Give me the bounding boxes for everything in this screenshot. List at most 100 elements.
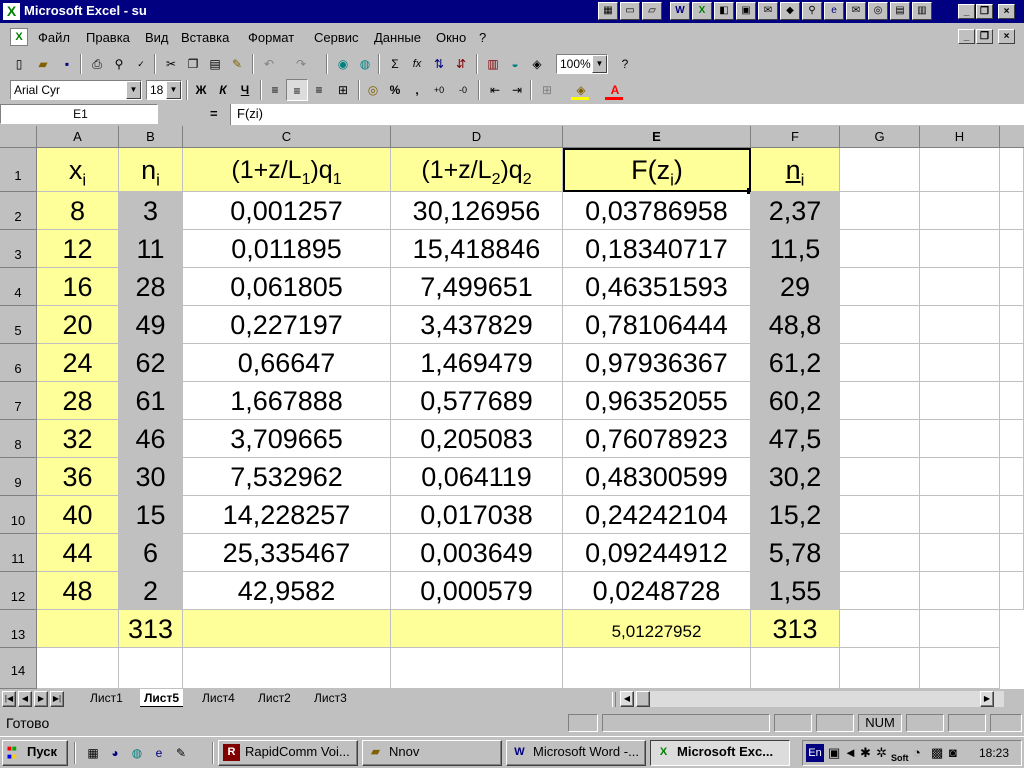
office-bar-icon[interactable]: ▦ — [598, 2, 618, 20]
clock-icon[interactable]: ◔ — [913, 745, 921, 760]
cell-c[interactable]: 14,228257 — [183, 496, 391, 534]
cell-b[interactable]: 62 — [119, 344, 183, 382]
quicklaunch-desktop-icon[interactable]: ▦ — [82, 742, 104, 764]
drawing-icon[interactable]: ◈ — [526, 53, 548, 75]
cell-f[interactable]: 5,78 — [751, 534, 840, 572]
cell-a[interactable]: 28 — [37, 382, 119, 420]
cell-e[interactable]: 0,0248728 — [563, 572, 751, 610]
empty-cell[interactable] — [840, 306, 920, 344]
quicklaunch-browser-icon[interactable]: ◕ — [104, 742, 126, 764]
empty-cell[interactable] — [1000, 268, 1024, 306]
spelling-icon[interactable]: ✓ — [130, 53, 152, 75]
align-left-icon[interactable]: ≡ — [264, 79, 286, 101]
empty-cell[interactable] — [1000, 382, 1024, 420]
row-header-14[interactable]: 14 — [0, 648, 37, 689]
tray-clock[interactable]: 18:23 — [979, 746, 1009, 760]
speaker-icon[interactable]: ◄ — [844, 745, 857, 760]
column-header-c[interactable]: C — [183, 126, 391, 148]
menu-file[interactable]: Файл — [38, 30, 70, 45]
cell-f[interactable]: 11,5 — [751, 230, 840, 268]
new-icon[interactable]: ▯ — [8, 53, 30, 75]
sheet-tab[interactable]: Лист1 — [86, 689, 127, 707]
empty-cell[interactable] — [183, 648, 391, 689]
decrease-indent-icon[interactable]: ⇤ — [484, 79, 506, 101]
empty-cell[interactable] — [840, 648, 920, 689]
cell-a[interactable]: 20 — [37, 306, 119, 344]
task-excel[interactable]: X Microsoft Exc... — [650, 740, 790, 766]
save-icon[interactable]: ▪ — [56, 53, 78, 75]
header-cell-ni[interactable]: ni — [119, 148, 183, 192]
formula-input[interactable]: F(zi) — [230, 104, 1024, 125]
excel-app-icon[interactable]: X — [3, 3, 20, 20]
column-header-f[interactable]: F — [751, 126, 840, 148]
row-header-13[interactable]: 13 — [0, 610, 37, 648]
chart-wizard-icon[interactable]: ▥ — [482, 53, 504, 75]
task-rapidcomm[interactable]: R RapidComm Voi... — [218, 740, 358, 766]
cut-icon[interactable]: ✂ — [160, 53, 182, 75]
empty-cell[interactable] — [920, 268, 1000, 306]
cell-c[interactable]: 0,061805 — [183, 268, 391, 306]
empty-cell[interactable] — [920, 382, 1000, 420]
row-header-7[interactable]: 7 — [0, 382, 37, 420]
horizontal-scrollbar[interactable]: ◀ ▶ — [620, 691, 1004, 707]
cell-a[interactable]: 44 — [37, 534, 119, 572]
empty-cell[interactable] — [840, 268, 920, 306]
cell-d[interactable]: 0,577689 — [391, 382, 563, 420]
empty-cell[interactable] — [840, 344, 920, 382]
cell-a[interactable]: 48 — [37, 572, 119, 610]
cell-f[interactable]: 47,5 — [751, 420, 840, 458]
cell-e[interactable]: 0,18340717 — [563, 230, 751, 268]
bug-icon[interactable]: ✲ — [876, 745, 887, 761]
new-document-icon[interactable]: ▭ — [620, 2, 640, 20]
quicklaunch-channels-icon[interactable]: ◍ — [126, 742, 148, 764]
empty-cell[interactable] — [751, 648, 840, 689]
header-cell-d[interactable]: (1+z/L2)q2 — [391, 148, 563, 192]
web-toolbar-icon[interactable]: ◍ — [354, 53, 376, 75]
borders-icon[interactable]: ⊞ — [536, 79, 558, 101]
empty-cell[interactable] — [1000, 458, 1024, 496]
map-icon[interactable]: ◒ — [504, 53, 526, 75]
cell-a[interactable]: 8 — [37, 192, 119, 230]
cell-c[interactable]: 0,227197 — [183, 306, 391, 344]
cell-d[interactable]: 0,000579 — [391, 572, 563, 610]
cell-d[interactable]: 15,418846 — [391, 230, 563, 268]
chevron-down-icon[interactable]: ▼ — [592, 55, 607, 73]
cell-e[interactable]: 0,97936367 — [563, 344, 751, 382]
empty-cell[interactable] — [1000, 534, 1024, 572]
calculator-icon[interactable]: ▥ — [912, 2, 932, 20]
empty-cell[interactable] — [920, 458, 1000, 496]
scroll-right-icon[interactable]: ▶ — [980, 691, 994, 707]
first-sheet-icon[interactable]: |◀ — [2, 691, 16, 707]
active-cell-e1[interactable]: F(zi) — [563, 148, 751, 192]
cell-c[interactable]: 42,9582 — [183, 572, 391, 610]
font-name-combo[interactable]: Arial Cyr ▼ — [10, 80, 142, 100]
copy-icon[interactable]: ❐ — [182, 53, 204, 75]
empty-cell[interactable] — [840, 572, 920, 610]
print-preview-icon[interactable]: ⚲ — [108, 53, 130, 75]
cell-d[interactable]: 7,499651 — [391, 268, 563, 306]
powerpoint-icon[interactable]: ◧ — [714, 2, 734, 20]
task-nnov[interactable]: ▰ Nnov — [362, 740, 502, 766]
cell-d[interactable]: 0,003649 — [391, 534, 563, 572]
select-all-corner[interactable] — [0, 126, 37, 148]
menu-tools[interactable]: Сервис — [314, 30, 359, 45]
zoom-combo[interactable]: 100% ▼ — [556, 54, 608, 74]
sort-descending-icon[interactable]: ⇵ — [450, 53, 472, 75]
empty-cell[interactable] — [920, 648, 1000, 689]
total-cell-f[interactable]: 313 — [751, 610, 840, 648]
cell-c[interactable]: 7,532962 — [183, 458, 391, 496]
hyperlink-icon[interactable]: ◉ — [332, 53, 354, 75]
cell-f[interactable]: 48,8 — [751, 306, 840, 344]
paste-icon[interactable]: ▤ — [204, 53, 226, 75]
sheet-tab[interactable]: Лист5 — [140, 689, 184, 707]
cell-a[interactable]: 16 — [37, 268, 119, 306]
cell-a[interactable]: 32 — [37, 420, 119, 458]
header-cell-f[interactable]: ni — [751, 148, 840, 192]
row-header-6[interactable]: 6 — [0, 344, 37, 382]
cell-a[interactable]: 36 — [37, 458, 119, 496]
cell-d[interactable]: 3,437829 — [391, 306, 563, 344]
increase-indent-icon[interactable]: ⇥ — [506, 79, 528, 101]
header-cell-xi[interactable]: xi — [37, 148, 119, 192]
next-sheet-icon[interactable]: ▶ — [34, 691, 48, 707]
sort-ascending-icon[interactable]: ⇅ — [428, 53, 450, 75]
